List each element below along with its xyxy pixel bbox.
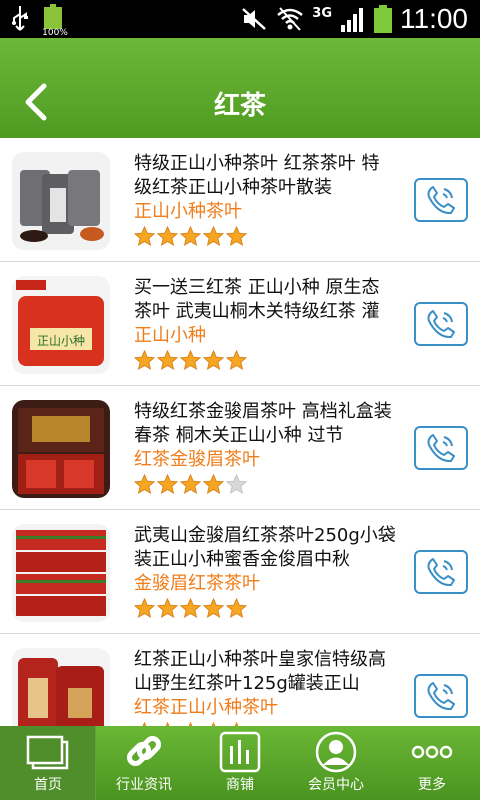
tab-label: 行业资讯 [116, 777, 172, 793]
link-icon [120, 730, 168, 774]
star-filled-icon [203, 350, 224, 371]
product-name: 金骏眉红茶茶叶 [134, 573, 260, 594]
tab-label: 更多 [418, 777, 446, 793]
product-item[interactable]: 正山小种 买一送三红茶 正山小种 原生态茶叶 武夷山桐木关特级红茶 灌 正山小种 [0, 262, 480, 386]
product-name: 正山小种 [134, 325, 206, 346]
tab-more[interactable]: 更多 [384, 726, 480, 800]
svg-text:正山小种: 正山小种 [37, 334, 85, 348]
network-type: 3G [312, 5, 332, 21]
star-filled-icon [157, 350, 178, 371]
product-name: 正山小种茶叶 [134, 201, 242, 222]
user-icon [312, 730, 360, 774]
more-dots-icon [408, 730, 456, 774]
product-thumbnail [12, 152, 110, 250]
home-icon [24, 730, 72, 774]
tab-label: 会员中心 [308, 777, 364, 793]
star-filled-icon [203, 474, 224, 495]
product-list[interactable]: 特级正山小种茶叶 红茶茶叶 特级红茶正山小种茶叶散装 正山小种茶叶 正山小种 买… [0, 138, 480, 726]
call-button[interactable] [414, 674, 468, 718]
call-button[interactable] [414, 178, 468, 222]
shop-chart-icon [216, 730, 264, 774]
product-thumbnail: 正山小种 [12, 276, 110, 374]
product-description: 红茶正山小种茶叶皇家信特级高山野生红茶叶125g罐装正山 [134, 649, 386, 694]
tab-industry-news[interactable]: 行业资讯 [96, 726, 192, 800]
call-button[interactable] [414, 426, 468, 470]
rating-stars [134, 474, 396, 496]
star-filled-icon [226, 226, 247, 247]
battery-icon [374, 5, 392, 33]
mute-icon [242, 8, 267, 30]
call-button[interactable] [414, 302, 468, 346]
tab-label: 商铺 [226, 777, 254, 793]
product-description: 买一送三红茶 正山小种 原生态茶叶 武夷山桐木关特级红茶 灌 [134, 277, 380, 322]
star-filled-icon [203, 598, 224, 619]
product-description: 特级红茶金骏眉茶叶 高档礼盒装 春茶 桐木关正山小种 过节 [134, 401, 392, 446]
header-bar: 红茶 [0, 38, 480, 138]
usb-icon [12, 6, 28, 31]
product-name: 红茶正山小种茶叶 [134, 697, 278, 718]
star-filled-icon [157, 598, 178, 619]
signal-icon [341, 8, 363, 32]
tab-home[interactable]: 首页 [0, 726, 96, 800]
clock: 11:00 [400, 3, 468, 34]
product-item[interactable]: 红茶正山小种茶叶皇家信特级高山野生红茶叶125g罐装正山 红茶正山小种茶叶 [0, 634, 480, 726]
call-button[interactable] [414, 550, 468, 594]
star-filled-icon [180, 598, 201, 619]
phone-icon [427, 558, 455, 587]
star-filled-icon [226, 350, 247, 371]
star-filled-icon [134, 226, 155, 247]
product-item[interactable]: 特级正山小种茶叶 红茶茶叶 特级红茶正山小种茶叶散装 正山小种茶叶 [0, 138, 480, 262]
page-title: 红茶 [213, 91, 266, 121]
star-filled-icon [157, 474, 178, 495]
phone-icon [427, 434, 455, 463]
status-bar: 100% 3G 11:00 [0, 0, 480, 38]
product-name: 红茶金骏眉茶叶 [134, 449, 260, 470]
rating-stars [134, 598, 396, 620]
wifi-icon [277, 7, 304, 31]
star-filled-icon [134, 474, 155, 495]
star-filled-icon [134, 350, 155, 371]
bottom-tab-bar: 首页 行业资讯 商铺 会员中心 更多 [0, 726, 480, 800]
star-filled-icon [226, 598, 247, 619]
star-filled-icon [203, 226, 224, 247]
tab-shop[interactable]: 商铺 [192, 726, 288, 800]
tab-member-center[interactable]: 会员中心 [288, 726, 384, 800]
battery-charging-icon: 100% [42, 4, 68, 38]
product-thumbnail [12, 648, 110, 726]
phone-icon [427, 310, 455, 339]
tab-label: 首页 [34, 777, 62, 793]
rating-stars [134, 350, 396, 372]
star-filled-icon [134, 598, 155, 619]
product-description: 武夷山金骏眉红茶茶叶250g小袋装正山小种蜜香金俊眉中秋 [134, 525, 396, 570]
phone-icon [427, 682, 455, 711]
battery-percent: 100% [42, 28, 68, 38]
rating-stars [134, 226, 396, 248]
star-filled-icon [180, 226, 201, 247]
star-filled-icon [157, 226, 178, 247]
product-item[interactable]: 武夷山金骏眉红茶茶叶250g小袋装正山小种蜜香金俊眉中秋 金骏眉红茶茶叶 [0, 510, 480, 634]
phone-icon [427, 186, 455, 215]
star-empty-icon [226, 474, 247, 495]
star-filled-icon [180, 350, 201, 371]
product-item[interactable]: 特级红茶金骏眉茶叶 高档礼盒装 春茶 桐木关正山小种 过节 红茶金骏眉茶叶 [0, 386, 480, 510]
star-filled-icon [180, 474, 201, 495]
product-thumbnail [12, 400, 110, 498]
product-description: 特级正山小种茶叶 红茶茶叶 特级红茶正山小种茶叶散装 [134, 153, 380, 198]
product-thumbnail [12, 524, 110, 622]
